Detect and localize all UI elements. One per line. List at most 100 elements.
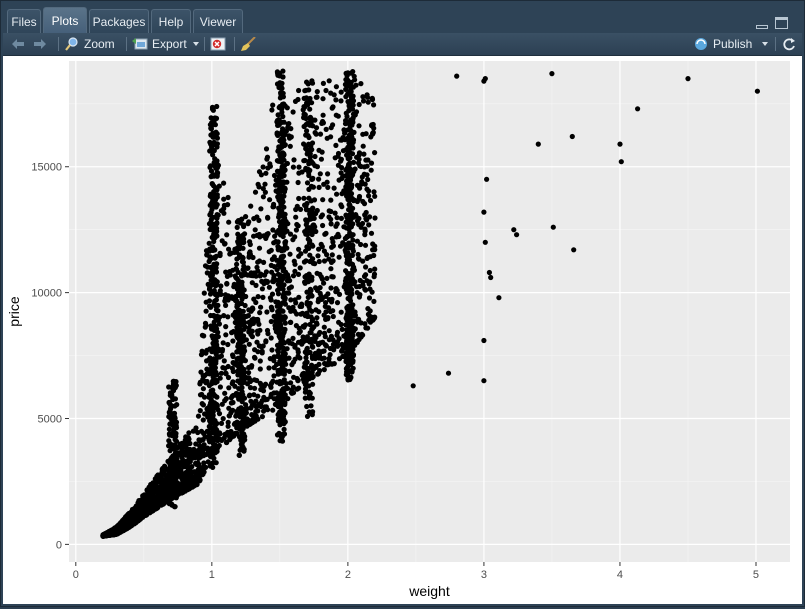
data-point (155, 492, 161, 498)
data-point (344, 285, 351, 291)
data-point (277, 438, 283, 444)
data-point (305, 166, 311, 172)
data-point (295, 179, 301, 186)
data-point (213, 323, 219, 329)
zoom-button[interactable]: Zoom (64, 33, 115, 55)
data-point (318, 156, 324, 162)
data-point (214, 169, 220, 175)
data-point (260, 194, 266, 200)
data-point (236, 406, 242, 412)
data-point (488, 274, 494, 281)
data-point (445, 370, 452, 376)
data-point (360, 198, 366, 205)
tab-viewer[interactable]: Viewer (193, 9, 243, 33)
data-point (306, 172, 312, 179)
clear-all-button[interactable] (241, 33, 261, 55)
data-point (277, 422, 283, 428)
data-point (295, 223, 301, 229)
data-point (348, 233, 354, 239)
data-point (275, 169, 281, 175)
data-point (282, 320, 288, 326)
data-point (354, 218, 361, 224)
data-point (288, 284, 294, 290)
data-point (239, 290, 245, 296)
data-point (293, 214, 299, 220)
data-point (260, 388, 267, 394)
data-point (364, 186, 370, 192)
publish-button[interactable]: Publish (693, 33, 769, 55)
tab-packages[interactable]: Packages (89, 9, 149, 33)
data-point (328, 333, 334, 339)
data-point (230, 399, 236, 406)
data-point (230, 338, 236, 344)
tab-help[interactable]: Help (151, 9, 191, 33)
data-point (304, 345, 310, 351)
data-point (207, 370, 213, 376)
data-point (253, 282, 259, 288)
data-point (124, 514, 130, 520)
tab-plots[interactable]: Plots (43, 7, 87, 33)
tab-files[interactable]: Files (7, 9, 41, 33)
data-point (481, 209, 487, 215)
data-point (282, 314, 288, 320)
minimize-icon[interactable] (756, 17, 768, 29)
data-point (213, 371, 219, 378)
remove-plot-button[interactable] (210, 33, 230, 55)
data-point (344, 270, 351, 276)
data-point (201, 290, 207, 296)
data-point (279, 335, 285, 341)
data-point (220, 416, 226, 422)
data-point (282, 340, 288, 346)
data-point (247, 322, 254, 328)
data-point (351, 264, 357, 270)
data-point (186, 430, 192, 436)
data-point (291, 157, 297, 163)
data-point (209, 346, 216, 352)
zoom-label: Zoom (84, 37, 115, 51)
data-point (263, 339, 269, 345)
data-point (369, 122, 375, 128)
data-point (305, 236, 311, 242)
data-point (222, 365, 228, 371)
x-tick-label: 4 (617, 569, 623, 581)
data-point (251, 233, 257, 239)
back-button[interactable] (11, 33, 25, 55)
data-point (235, 307, 241, 313)
data-point (344, 305, 350, 311)
data-point (252, 347, 258, 353)
data-point (171, 484, 177, 490)
data-point (138, 500, 144, 506)
refresh-button[interactable] (781, 33, 801, 55)
data-point (329, 296, 335, 302)
data-point (685, 76, 691, 82)
data-point (315, 299, 321, 305)
data-point (332, 210, 338, 216)
data-point (281, 275, 287, 281)
data-point (326, 78, 332, 84)
data-point (297, 206, 304, 212)
data-point (354, 238, 360, 244)
data-point (208, 388, 214, 394)
maximize-icon[interactable] (775, 17, 788, 29)
data-point (281, 431, 288, 437)
forward-button[interactable] (33, 33, 47, 55)
data-point (269, 107, 275, 113)
data-point (208, 132, 214, 138)
data-point (112, 529, 118, 536)
data-point (223, 332, 229, 338)
data-point (213, 303, 219, 309)
data-point (245, 272, 251, 278)
data-point (323, 87, 329, 94)
export-menu[interactable]: Export (132, 33, 199, 55)
data-point (200, 386, 206, 392)
data-point (350, 97, 356, 103)
x-tick-label: 3 (481, 569, 487, 581)
data-point (343, 118, 349, 124)
data-point (356, 294, 362, 300)
data-point (252, 189, 259, 195)
data-point (355, 331, 361, 337)
data-point (484, 176, 490, 182)
data-point (330, 313, 336, 320)
data-point (200, 373, 206, 379)
data-point (166, 426, 172, 432)
